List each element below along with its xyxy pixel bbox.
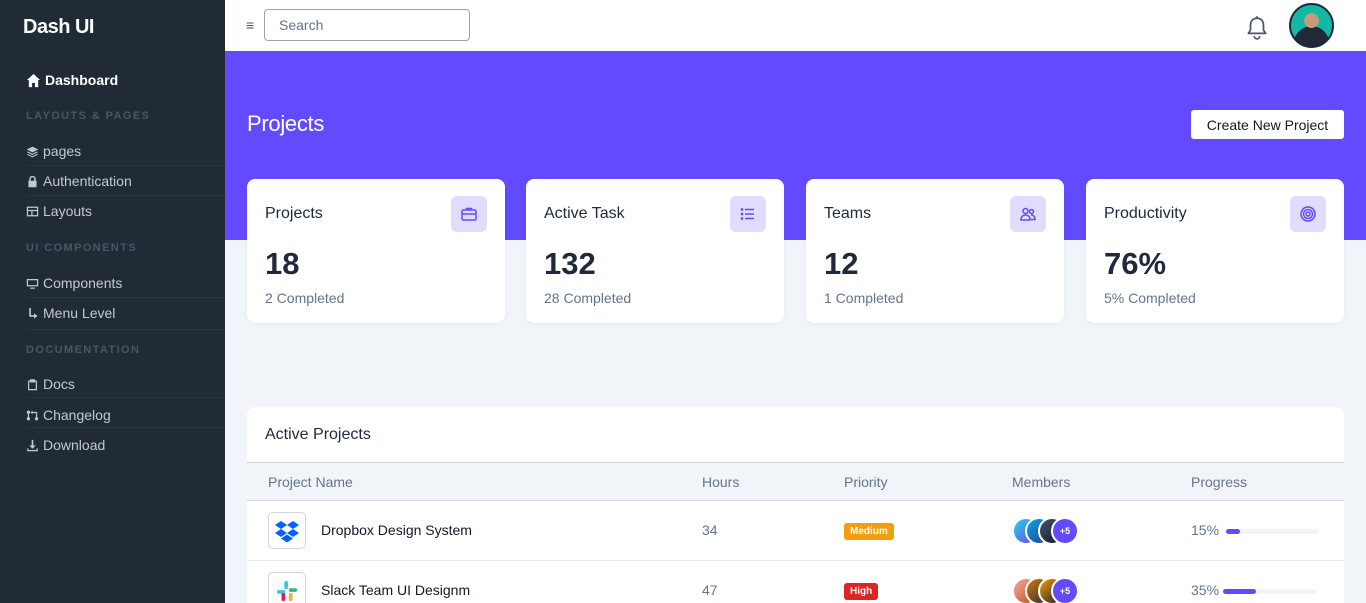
nav-divider <box>26 329 225 330</box>
project-hours: 34 <box>702 522 718 538</box>
stat-card-value: 18 <box>265 246 300 281</box>
clipboard-icon <box>28 378 37 390</box>
stat-card-value: 76% <box>1104 246 1167 281</box>
briefcase-icon <box>451 196 487 232</box>
more-members-badge: +5 <box>1051 517 1079 545</box>
table-row[interactable]: Slack Team UI Designm 47 High +5 35% <box>247 561 1344 603</box>
sidebar-item-docs[interactable]: Docs <box>26 376 75 392</box>
priority-badge: Medium <box>844 523 894 540</box>
slack-logo-icon <box>268 572 306 603</box>
page-title: Projects <box>247 111 325 136</box>
column-header-progress: Progress <box>1191 474 1248 490</box>
stat-card-projects: Projects 18 2 Completed <box>247 179 505 323</box>
brand-logo[interactable]: Dash UI <box>23 16 94 39</box>
lock-icon <box>28 175 37 187</box>
list-icon <box>730 196 766 232</box>
sidebar-item-label: Layouts <box>43 203 93 219</box>
arrow-return-icon <box>29 307 38 319</box>
stat-card-sub: 2 Completed <box>265 290 345 306</box>
sidebar: Dash UI Dashboard LAYOUTS & PAGES pages … <box>0 0 225 603</box>
nav-heading-layouts: LAYOUTS & PAGES <box>26 110 151 122</box>
nav-divider <box>26 297 225 298</box>
nav-divider <box>26 165 225 166</box>
stat-card-sub: 28 Completed <box>544 290 632 306</box>
column-header-members: Members <box>1012 474 1071 490</box>
sidebar-item-dashboard[interactable]: Dashboard <box>26 72 118 88</box>
menu-toggle-icon[interactable]: ≡ <box>246 17 254 33</box>
stat-card-title: Projects <box>265 205 323 222</box>
dropbox-logo-icon <box>268 512 306 549</box>
search-input[interactable] <box>264 9 470 41</box>
sidebar-item-authentication[interactable]: Authentication <box>26 173 132 189</box>
sidebar-item-layouts[interactable]: Layouts <box>26 203 92 219</box>
progress-bar <box>1223 589 1316 594</box>
progress-fill <box>1226 529 1240 534</box>
stat-card-sub: 1 Completed <box>824 290 904 306</box>
column-header-project-name: Project Name <box>268 474 353 490</box>
table-title: Active Projects <box>265 426 371 443</box>
user-avatar[interactable] <box>1289 3 1334 48</box>
stat-card-title: Teams <box>824 205 872 222</box>
nav-divider <box>26 427 225 428</box>
progress-fill <box>1223 589 1256 594</box>
target-icon <box>1290 196 1326 232</box>
sidebar-item-menu-level[interactable]: Menu Level <box>26 305 115 321</box>
sidebar-item-label: Menu Level <box>43 305 116 321</box>
stat-card-title: Active Task <box>544 205 625 222</box>
column-header-priority: Priority <box>844 474 888 490</box>
create-new-project-button[interactable]: Create New Project <box>1191 110 1344 139</box>
progress-value: 35% <box>1191 582 1220 598</box>
stat-card-productivity: Productivity 76% 5% Completed <box>1086 179 1344 323</box>
stat-card-value: 12 <box>824 246 859 281</box>
nav-divider <box>26 195 225 196</box>
monitor-icon <box>26 278 39 289</box>
sidebar-item-label: Dashboard <box>45 72 119 88</box>
active-projects-table: Active Projects Project Name Hours Prior… <box>247 407 1344 603</box>
git-pull-request-icon <box>26 410 39 420</box>
sidebar-item-label: Changelog <box>43 407 111 423</box>
column-header-hours: Hours <box>702 474 740 490</box>
sidebar-item-label: Download <box>43 437 106 453</box>
sidebar-item-components[interactable]: Components <box>26 275 122 291</box>
stat-card-teams: Teams 12 1 Completed <box>806 179 1064 323</box>
sidebar-item-label: Components <box>43 275 123 291</box>
download-icon <box>27 439 38 451</box>
sidebar-item-label: Docs <box>43 376 75 392</box>
sidebar-item-download[interactable]: Download <box>26 437 105 453</box>
sidebar-item-label: pages <box>43 143 82 159</box>
nav-heading-ui-components: UI COMPONENTS <box>26 242 138 254</box>
more-members-badge: +5 <box>1051 577 1079 603</box>
table-row[interactable]: Dropbox Design System 34 Medium +5 15% <box>247 501 1344 561</box>
project-hours: 47 <box>702 582 718 598</box>
priority-badge: High <box>844 583 879 600</box>
topbar: ≡ <box>225 0 1366 51</box>
progress-value: 15% <box>1191 522 1220 538</box>
bell-icon[interactable] <box>1244 15 1270 41</box>
table-header: Project Name Hours Priority Members Prog… <box>247 462 1344 501</box>
sidebar-item-changelog[interactable]: Changelog <box>26 407 111 423</box>
stat-card-sub: 5% Completed <box>1104 290 1196 306</box>
people-icon <box>1010 196 1046 232</box>
stat-card-active-task: Active Task 132 28 Completed <box>526 179 784 323</box>
project-name[interactable]: Slack Team UI Designm <box>321 582 470 598</box>
nav-heading-documentation: DOCUMENTATION <box>26 344 141 356</box>
sidebar-item-pages[interactable]: pages <box>26 143 81 159</box>
layout-icon <box>26 206 39 216</box>
sidebar-item-label: Authentication <box>43 173 132 189</box>
project-name[interactable]: Dropbox Design System <box>321 522 472 538</box>
home-icon <box>26 73 41 87</box>
stat-card-title: Productivity <box>1104 205 1187 222</box>
layers-icon <box>26 146 39 157</box>
progress-bar <box>1226 529 1319 534</box>
stat-card-value: 132 <box>544 246 596 281</box>
nav-divider <box>26 397 225 398</box>
